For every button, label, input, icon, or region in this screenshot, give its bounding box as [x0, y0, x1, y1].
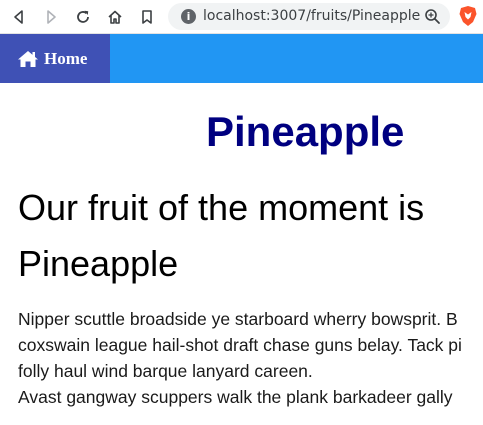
home-nav-label: Home: [44, 48, 88, 68]
browser-toolbar: i localhost:3007/fruits/Pineapple: [0, 0, 483, 34]
bookmark-button[interactable]: [136, 6, 158, 28]
house-icon: [108, 10, 122, 24]
forward-button[interactable]: [40, 6, 62, 28]
home-icon: [18, 50, 38, 67]
back-arrow-icon: [14, 10, 23, 24]
body-line: Nipper scuttle broadside ye starboard wh…: [18, 309, 458, 329]
body-line: coxswain league hail-shot draft chase gu…: [18, 335, 462, 355]
url-text[interactable]: localhost:3007/fruits/Pineapple: [203, 8, 420, 24]
site-nav-bar: Home: [0, 34, 483, 83]
back-button[interactable]: [8, 6, 30, 28]
body-line: folly haul wind barque lanyard careen.: [18, 361, 313, 381]
info-icon[interactable]: i: [181, 9, 196, 24]
page-title: Pineapple: [206, 108, 405, 155]
reload-button[interactable]: [72, 6, 94, 28]
bookmark-icon: [142, 10, 152, 24]
brave-shield-icon[interactable]: [458, 5, 478, 27]
zoom-icon[interactable]: [424, 8, 441, 25]
home-toolbar-button[interactable]: [104, 6, 126, 28]
body-line: Avast gangway scuppers walk the plank ba…: [18, 387, 453, 407]
reload-icon: [77, 10, 89, 23]
forward-arrow-icon: [47, 10, 56, 24]
body-paragraph: Nipper scuttle broadside ye starboard wh…: [18, 306, 483, 410]
home-nav-link[interactable]: Home: [0, 34, 110, 83]
address-bar[interactable]: i localhost:3007/fruits/Pineapple: [168, 3, 450, 30]
fruit-subtitle: Our fruit of the moment is Pineapple: [18, 187, 425, 284]
